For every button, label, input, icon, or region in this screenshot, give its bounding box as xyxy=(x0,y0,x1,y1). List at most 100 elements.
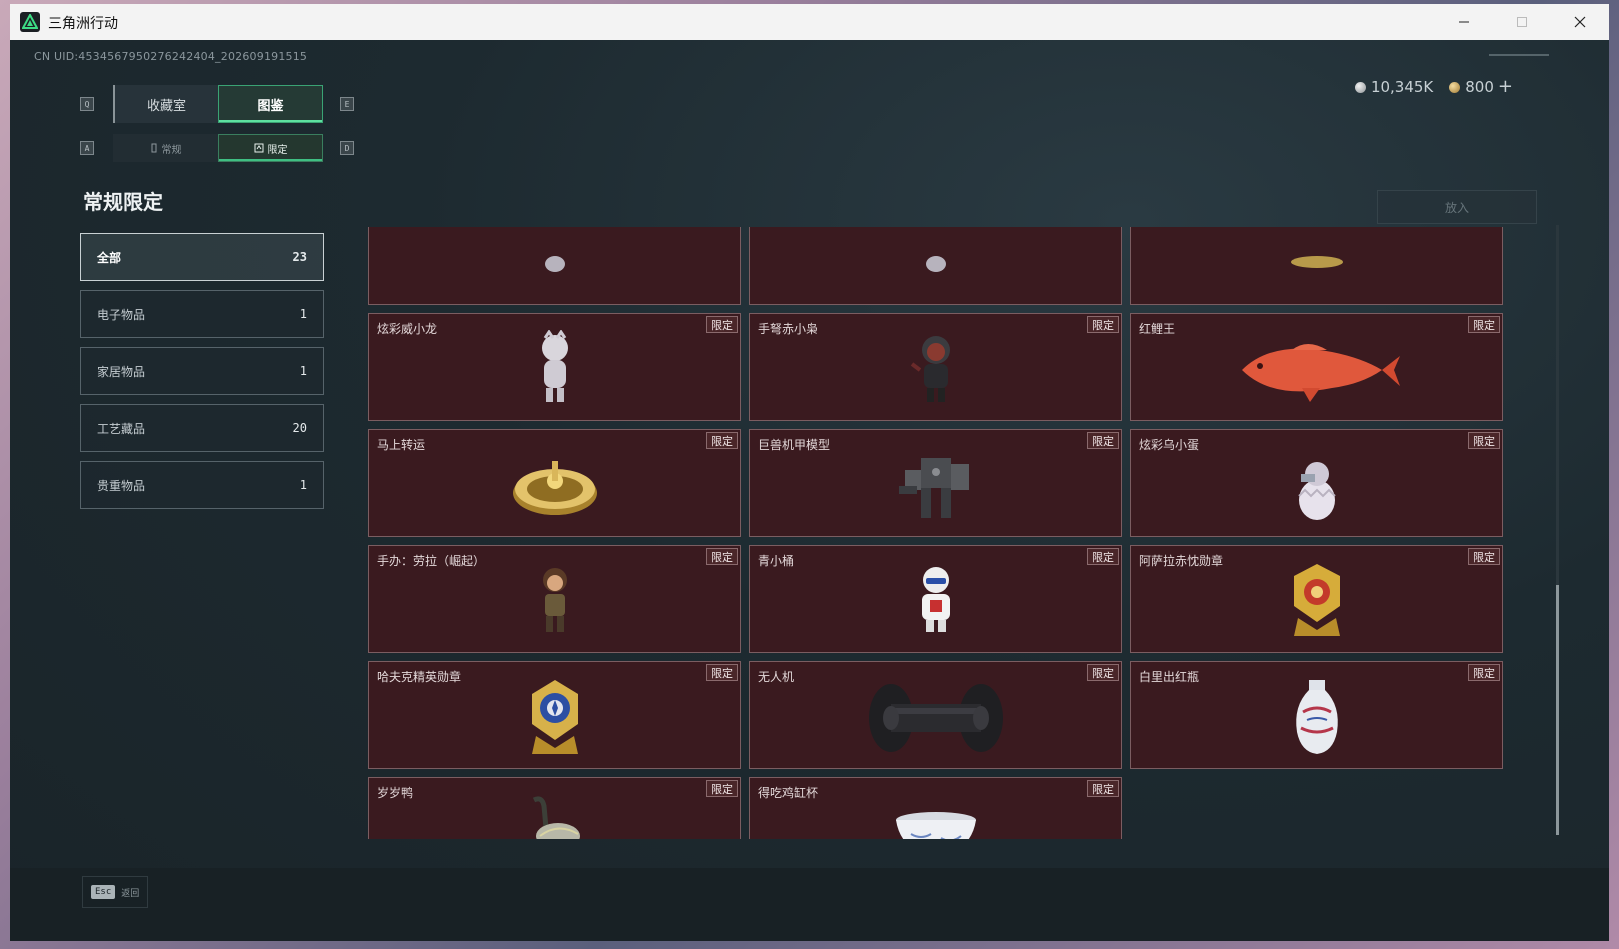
mech-model-icon xyxy=(846,438,1026,534)
drone-roller-icon xyxy=(846,670,1026,766)
key-hint-q: Q xyxy=(80,97,94,111)
item-name: 哈夫克精英勋章 xyxy=(377,670,462,684)
item-name: 红鲤王 xyxy=(1139,322,1176,336)
hooded-figure-icon xyxy=(846,322,1026,418)
title-bar: 三角洲行动 xyxy=(10,4,1609,40)
regular-icon xyxy=(151,143,156,153)
item-card[interactable]: 得吃鸡缸杯 限定 xyxy=(749,777,1122,839)
item-card[interactable]: 阿萨拉赤忱勋章 限定 xyxy=(1130,545,1503,653)
add-currency-button[interactable]: + xyxy=(1498,76,1513,97)
item-name: 阿萨拉赤忱勋章 xyxy=(1139,554,1224,568)
limited-badge: 限定 xyxy=(706,316,738,333)
figure-partial-icon xyxy=(846,254,1026,294)
limited-icon xyxy=(254,143,263,153)
close-icon xyxy=(1574,16,1586,28)
item-card[interactable]: 红鲤王 限定 xyxy=(1130,313,1503,421)
category-count: 1 xyxy=(299,478,307,492)
limited-badge: 限定 xyxy=(706,664,738,681)
scrollbar-thumb[interactable] xyxy=(1556,585,1559,835)
category-electronics[interactable]: 电子物品 1 xyxy=(80,290,324,338)
item-name: 马上转运 xyxy=(377,438,426,452)
item-card[interactable] xyxy=(1130,227,1503,305)
item-name: 炫彩乌小蛋 xyxy=(1139,438,1200,452)
gold-coin-icon xyxy=(1449,82,1461,93)
item-name: 炫彩威小龙 xyxy=(377,322,438,336)
item-card[interactable]: 炫彩威小龙 限定 xyxy=(368,313,741,421)
robot-figure-icon xyxy=(846,554,1026,650)
limited-badge: 限定 xyxy=(1468,548,1500,565)
gold-partial-icon xyxy=(1227,254,1407,294)
category-label: 电子物品 xyxy=(97,307,146,322)
back-button[interactable]: Esc 返回 xyxy=(82,876,149,908)
silver-coin-icon xyxy=(1354,81,1366,93)
put-in-button[interactable]: 放入 xyxy=(1377,190,1537,224)
limited-badge: 限定 xyxy=(1087,780,1119,797)
item-card[interactable]: 手弩赤小枭 限定 xyxy=(749,313,1122,421)
lara-figure-icon xyxy=(465,554,645,650)
item-card[interactable]: 无人机 限定 xyxy=(749,661,1122,769)
category-count: 1 xyxy=(299,307,307,321)
sub-tabs: 常规 限定 xyxy=(113,134,323,162)
tab-limited-label: 限定 xyxy=(267,144,288,156)
item-card[interactable]: 马上转运 限定 xyxy=(368,429,741,537)
item-card[interactable]: 白里出红瓶 限定 xyxy=(1130,661,1503,769)
figure-partial-icon xyxy=(465,254,645,294)
category-valuables[interactable]: 贵重物品 1 xyxy=(80,461,324,509)
window-title: 三角洲行动 xyxy=(48,16,118,32)
bronze-duck-icon xyxy=(465,786,645,839)
item-card[interactable] xyxy=(368,227,741,305)
key-hint-e: E xyxy=(340,97,354,111)
category-all[interactable]: 全部 23 xyxy=(80,233,324,281)
item-card[interactable]: 岁岁鸭 限定 xyxy=(368,777,741,839)
maximize-icon xyxy=(1517,17,1527,27)
tab-codex[interactable]: 图鉴 xyxy=(218,85,323,123)
category-list: 全部 23 电子物品 1 家居物品 1 工艺藏品 20 贵重物品 1 xyxy=(80,233,324,518)
category-label: 贵重物品 xyxy=(97,478,146,493)
bottom-bar: Esc 返回 xyxy=(10,868,1609,941)
blue-medal-icon xyxy=(465,670,645,766)
item-card[interactable]: 哈夫克精英勋章 限定 xyxy=(368,661,741,769)
limited-badge: 限定 xyxy=(1087,432,1119,449)
main-tabs: 收藏室 图鉴 xyxy=(113,85,323,123)
key-hint-d: D xyxy=(340,141,354,155)
tab-regular[interactable]: 常规 xyxy=(113,134,218,162)
maximize-button[interactable] xyxy=(1493,4,1551,40)
item-card[interactable] xyxy=(749,227,1122,305)
section-title: 常规限定 xyxy=(83,190,163,214)
item-grid-viewport: 炫彩威小龙 限定 手弩赤小枭 限定 红鲤王 限定 马上转运 限定 巨兽机甲模型 限定 炫彩乌小蛋 限定… xyxy=(368,227,1553,839)
tab-limited[interactable]: 限定 xyxy=(218,134,323,162)
gold-medal-icon xyxy=(1227,554,1407,650)
app-logo-icon xyxy=(20,12,40,32)
item-name: 无人机 xyxy=(758,670,795,684)
silver-amount: 10,345K xyxy=(1370,77,1434,96)
limited-badge: 限定 xyxy=(1468,664,1500,681)
porcelain-cup-icon xyxy=(846,786,1026,839)
gold-roulette-icon xyxy=(465,438,645,534)
category-label: 工艺藏品 xyxy=(97,421,146,436)
limited-badge: 限定 xyxy=(706,780,738,797)
item-name: 青小桶 xyxy=(758,554,795,568)
item-card[interactable]: 青小桶 限定 xyxy=(749,545,1122,653)
category-label: 全部 xyxy=(97,250,122,265)
category-crafts[interactable]: 工艺藏品 20 xyxy=(80,404,324,452)
close-button[interactable] xyxy=(1551,4,1609,40)
category-count: 23 xyxy=(292,250,307,264)
grid-scrollbar[interactable] xyxy=(1556,225,1559,835)
back-label: 返回 xyxy=(121,888,140,899)
category-label: 家居物品 xyxy=(97,364,146,379)
limited-badge: 限定 xyxy=(1468,432,1500,449)
item-card[interactable]: 手办：劳拉（崛起） 限定 xyxy=(368,545,741,653)
currency-bar: 10,345K 800 + xyxy=(1354,76,1513,97)
app-window: 三角洲行动 CN UID:4534567950276242404_2026091… xyxy=(10,4,1609,941)
category-household[interactable]: 家居物品 1 xyxy=(80,347,324,395)
gold-currency[interactable]: 800 + xyxy=(1449,76,1513,97)
limited-badge: 限定 xyxy=(1087,548,1119,565)
item-name: 手弩赤小枭 xyxy=(758,322,819,336)
item-card[interactable]: 炫彩乌小蛋 限定 xyxy=(1130,429,1503,537)
item-card[interactable]: 巨兽机甲模型 限定 xyxy=(749,429,1122,537)
limited-badge: 限定 xyxy=(1087,664,1119,681)
tab-collection-room[interactable]: 收藏室 xyxy=(113,85,218,123)
limited-badge: 限定 xyxy=(706,432,738,449)
koi-fish-icon xyxy=(1227,322,1407,418)
minimize-button[interactable] xyxy=(1435,4,1493,40)
